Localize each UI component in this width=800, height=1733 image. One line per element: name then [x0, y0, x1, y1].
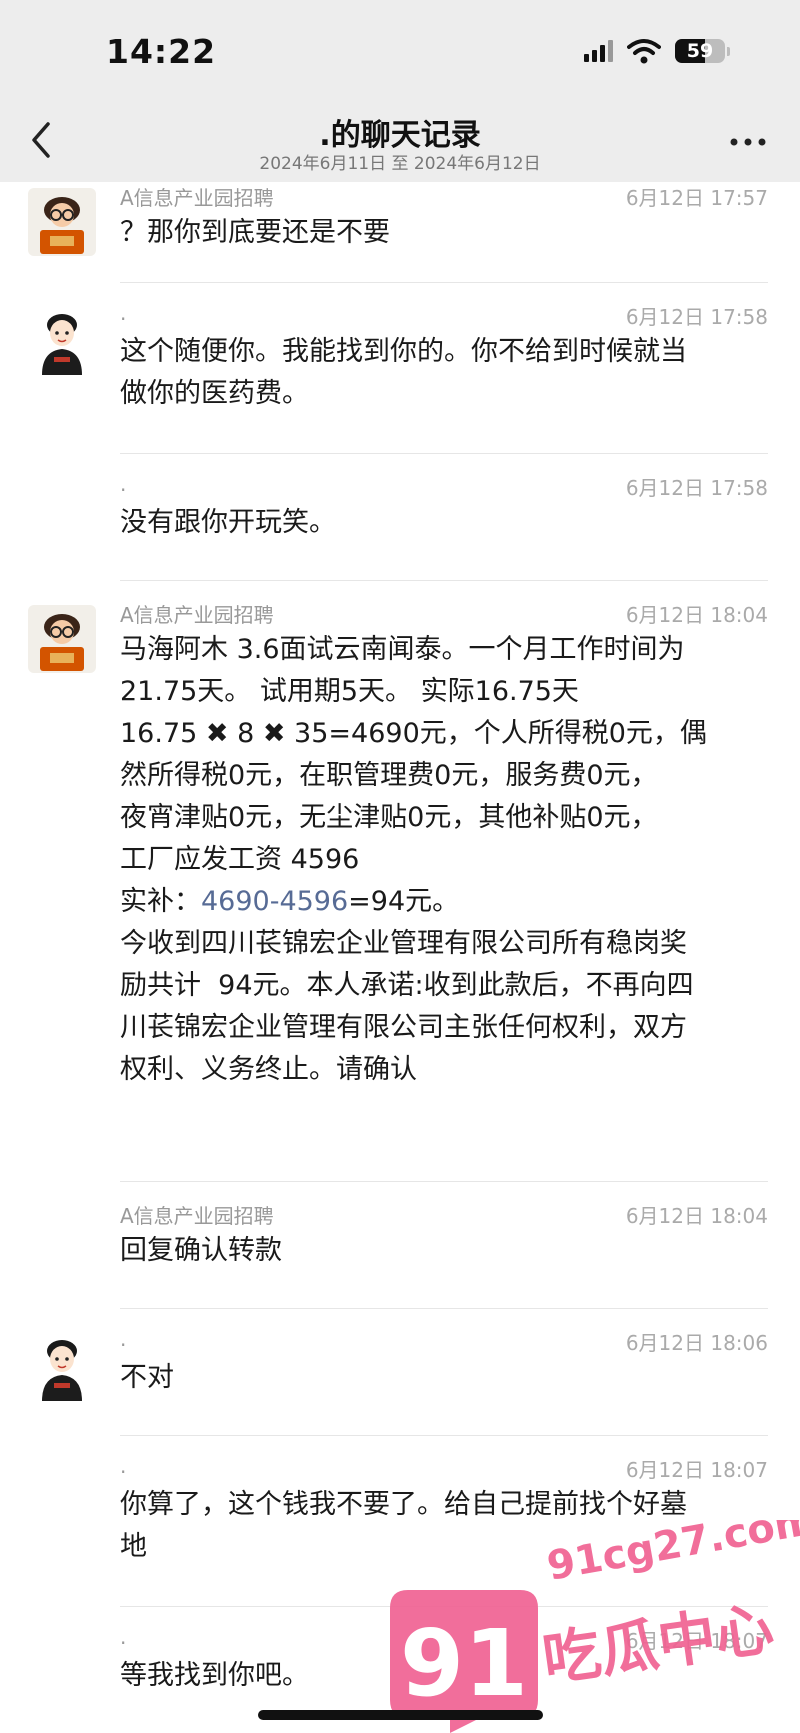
message-line: 做你的医药费。	[120, 378, 309, 409]
message-sender: A信息产业园招聘	[120, 603, 274, 627]
status-icons: 59	[584, 38, 730, 64]
watermark: 91 91cg27.com 吃瓜中心	[390, 1520, 800, 1733]
message-line: 川苌锦宏企业管理有限公司主张任何权利，双方	[120, 1012, 687, 1043]
wifi-icon	[627, 39, 661, 64]
message-time: 6月12日 17:57	[625, 186, 768, 210]
battery-icon: 59	[675, 39, 725, 63]
status-time: 14:22	[106, 32, 217, 71]
watermark-brand: 吃瓜中心	[538, 1594, 777, 1694]
message-time: 6月12日 17:58	[625, 476, 768, 500]
message-sender: .	[120, 1625, 127, 1649]
ellipsis-icon	[730, 138, 766, 146]
chat-history-list[interactable]: A信息产业园招聘 6月12日 17:57 ？那你到底要还是不要 . 6月12日 …	[0, 182, 800, 1727]
message-time: 6月12日 18:07	[625, 1458, 768, 1482]
message-line: 不对	[120, 1362, 174, 1393]
message-line: 今收到四川苌锦宏企业管理有限公司所有稳岗奖	[120, 928, 687, 959]
message-line: 16.75 ✖ 8 ✖ 35=4690元，个人所得税0元，偶	[120, 718, 707, 749]
message-sender: .	[120, 472, 127, 496]
message-time: 6月12日 18:06	[625, 1331, 768, 1355]
recruiter-avatar-icon	[28, 188, 96, 256]
message-line: 夜宵津贴0元，无尘津贴0元，其他补贴0元，	[120, 802, 658, 833]
watermark-site: 91cg27.com	[544, 1520, 800, 1590]
signal-icon	[584, 40, 613, 62]
page-title: .的聊天记录	[319, 118, 481, 153]
message-line: 工厂应发工资 4596	[120, 844, 360, 875]
message-line: 权利、义务终止。请确认	[120, 1054, 417, 1085]
battery-percentage: 59	[686, 40, 714, 62]
message-item: A信息产业园招聘 6月12日 18:04 回复确认转款	[0, 1182, 800, 1309]
message-content[interactable]: 没有跟你开玩笑。	[120, 502, 770, 544]
calc-prefix: 实补：	[120, 886, 201, 917]
message-sender: A信息产业园招聘	[120, 1204, 274, 1228]
home-indicator[interactable]	[258, 1710, 543, 1720]
message-time: 6月12日 18:04	[625, 1204, 768, 1228]
more-button[interactable]	[726, 122, 770, 162]
message-sender: .	[120, 1454, 127, 1478]
message-content[interactable]: 马海阿木 3.6面试云南闻泰。一个月工作时间为 21.75天。 试用期5天。 实…	[120, 629, 770, 1091]
user-avatar[interactable]	[28, 1333, 96, 1401]
message-line: 马海阿木 3.6面试云南闻泰。一个月工作时间为	[120, 634, 685, 665]
user-avatar-icon	[28, 307, 96, 375]
message-line: 21.75天。 试用期5天。 实际16.75天	[120, 676, 579, 707]
calc-link[interactable]: 4690-4596	[201, 886, 348, 917]
message-line: 没有跟你开玩笑。	[120, 507, 336, 538]
recruiter-avatar[interactable]	[28, 605, 96, 673]
recruiter-avatar-icon	[28, 605, 96, 673]
message-content[interactable]: 回复确认转款	[120, 1230, 770, 1272]
message-time: 6月12日 17:58	[625, 305, 768, 329]
status-bar: 14:22 59	[0, 0, 800, 100]
recruiter-avatar[interactable]	[28, 188, 96, 256]
calc-suffix: =94元。	[348, 886, 460, 917]
message-content[interactable]: ？那你到底要还是不要	[120, 212, 770, 254]
nav-bar: .的聊天记录 2024年6月11日 至 2024年6月12日	[0, 100, 800, 182]
user-avatar[interactable]	[28, 307, 96, 375]
message-time: 6月12日 18:04	[625, 603, 768, 627]
message-line: 励共计 94元。本人承诺:收到此款后，不再向四	[120, 970, 694, 1001]
user-avatar-icon	[28, 1333, 96, 1401]
watermark-number: 91	[400, 1610, 528, 1717]
message-item: . 6月12日 17:58 这个随便你。我能找到你的。你不给到时候就当 做你的医…	[0, 283, 800, 454]
message-item: . 6月12日 17:58 没有跟你开玩笑。	[0, 454, 800, 581]
message-line: ？那你到底要还是不要	[120, 217, 390, 248]
message-item: . 6月12日 18:06 不对	[0, 1309, 800, 1436]
message-item: A信息产业园招聘 6月12日 18:04 马海阿木 3.6面试云南闻泰。一个月工…	[0, 581, 800, 1182]
message-line: 这个随便你。我能找到你的。你不给到时候就当	[120, 336, 687, 367]
message-content[interactable]: 这个随便你。我能找到你的。你不给到时候就当 做你的医药费。	[120, 331, 770, 415]
date-range: 2024年6月11日 至 2024年6月12日	[259, 154, 541, 174]
message-sender: .	[120, 301, 127, 325]
message-line: 实补：4690-4596=94元。	[120, 881, 770, 923]
message-item: A信息产业园招聘 6月12日 17:57 ？那你到底要还是不要	[0, 182, 800, 283]
message-content[interactable]: 不对	[120, 1357, 770, 1399]
message-line: 然所得税0元，在职管理费0元，服务费0元，	[120, 760, 658, 791]
message-sender: A信息产业园招聘	[120, 186, 274, 210]
message-sender: .	[120, 1327, 127, 1351]
battery-tip	[727, 46, 730, 56]
message-line: 回复确认转款	[120, 1235, 282, 1266]
